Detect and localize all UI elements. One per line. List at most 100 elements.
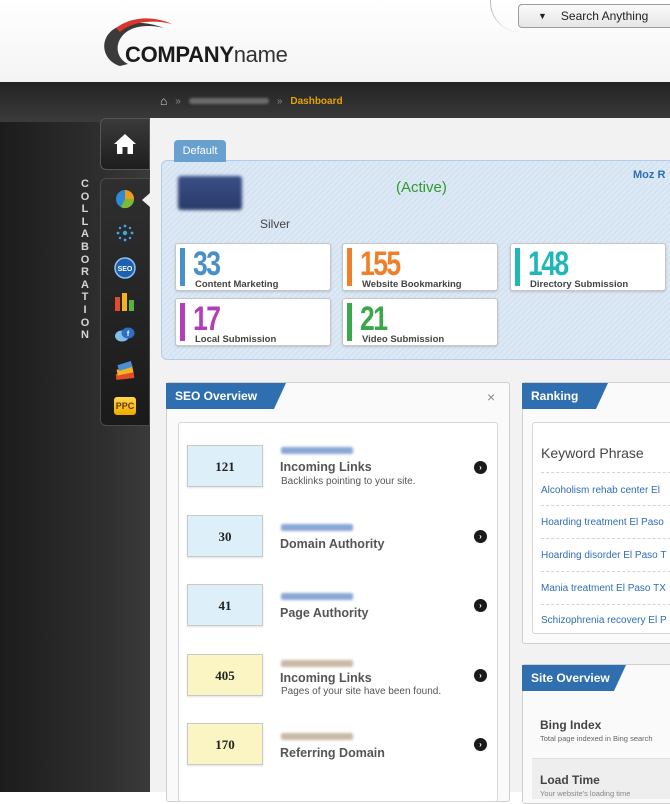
stat-content-marketing[interactable]: 33 Content Marketing	[175, 243, 331, 291]
home-icon[interactable]: ⌂	[160, 94, 167, 108]
chat-bubbles-icon: f	[115, 327, 135, 342]
ranking-header: Ranking	[522, 383, 608, 409]
metric-title: Incoming Links	[280, 671, 372, 685]
company-logo[interactable]: COMPANYname	[98, 14, 318, 70]
stat-local-submission[interactable]: 17 Local Submission	[175, 298, 331, 346]
chevron-right-icon[interactable]: ›	[474, 738, 487, 751]
stat-color-bar	[515, 248, 520, 286]
sidebar-item-ppc[interactable]: PPC	[114, 395, 136, 417]
sidebar-item-seo[interactable]: SEO	[114, 257, 136, 279]
sidebar-item-content[interactable]	[114, 360, 136, 382]
bing-index-title: Bing Index	[540, 718, 602, 732]
metric-source-logo	[281, 447, 353, 454]
metric-value-box: 121	[187, 445, 263, 487]
close-icon[interactable]: ×	[487, 389, 495, 405]
stat-color-bar	[180, 303, 185, 341]
search-label: Search Anything	[560, 9, 649, 23]
stat-color-bar	[180, 248, 185, 286]
chevron-right-icon[interactable]: ›	[474, 669, 487, 682]
keyword-link[interactable]: Schizophrenia recovery El P	[541, 615, 670, 626]
chevron-right-icon[interactable]: ›	[474, 530, 487, 543]
metric-value-box: 170	[187, 723, 263, 765]
bing-index-description: Total page indexed in Bing search	[540, 734, 653, 743]
stat-label: Video Submission	[362, 334, 445, 345]
top-header: COMPANYname ▼ Search Anything	[0, 0, 670, 82]
ppc-label: PPC	[115, 401, 135, 411]
status-badge: (Active)	[396, 179, 447, 196]
metric-value-box: 30	[187, 515, 263, 557]
ppc-icon: PPC	[114, 397, 136, 415]
network-dots-icon	[116, 224, 134, 242]
stat-label: Local Submission	[195, 334, 277, 345]
moz-rank-link[interactable]: Moz R	[633, 169, 665, 181]
stat-value: 21	[360, 300, 388, 338]
header-notch	[274, 383, 286, 409]
pie-chart-icon	[116, 190, 135, 209]
load-time-title: Load Time	[540, 773, 600, 787]
keyword-link[interactable]: Alcoholism rehab center El	[541, 485, 670, 496]
sidebar-item-analytics[interactable]	[114, 188, 136, 210]
chevron-right-icon[interactable]: ›	[474, 599, 487, 612]
stacked-books-icon	[115, 361, 135, 380]
metric-value-box: 405	[187, 654, 263, 696]
seo-overview-title: SEO Overview	[175, 389, 258, 403]
sidebar-item-reports[interactable]	[114, 290, 136, 312]
keyword-link[interactable]: Hoarding treatment El Paso	[541, 517, 670, 528]
stat-video-submission[interactable]: 21 Video Submission	[342, 298, 498, 346]
stat-directory-submission[interactable]: 148 Directory Submission	[510, 243, 666, 291]
active-indicator-arrow	[142, 193, 150, 207]
keyword-column-header: Keyword Phrase	[541, 445, 644, 461]
plan-label: Silver	[260, 217, 291, 231]
row-divider	[541, 538, 670, 539]
metric-title: Incoming Links	[280, 460, 372, 474]
sidebar-home-button[interactable]	[100, 118, 150, 170]
row-divider	[541, 604, 670, 605]
breadcrumb-separator-icon: »	[175, 95, 181, 107]
stat-color-bar	[347, 248, 352, 286]
site-overview-title: Site Overview	[531, 671, 610, 685]
project-avatar	[178, 176, 242, 210]
header-notch	[596, 383, 608, 409]
stat-label: Website Bookmarking	[362, 279, 462, 290]
caret-down-icon: ▼	[538, 11, 547, 21]
metric-source-logo	[281, 733, 353, 740]
row-divider	[541, 571, 670, 572]
stat-value: 17	[193, 300, 221, 338]
row-divider	[541, 505, 670, 506]
stat-label: Directory Submission	[530, 279, 629, 290]
chevron-right-icon[interactable]: ›	[474, 461, 487, 474]
ranking-title: Ranking	[531, 389, 579, 403]
metric-source-logo	[281, 660, 353, 667]
stat-website-bookmarking[interactable]: 155 Website Bookmarking	[342, 243, 498, 291]
breadcrumb-current: Dashboard	[290, 95, 343, 107]
breadcrumb-site-link[interactable]	[188, 98, 269, 104]
stat-value: 155	[360, 245, 401, 283]
metric-description: Pages of your site have been found.	[281, 686, 442, 697]
stat-color-bar	[347, 303, 352, 341]
breadcrumb: ⌂ » » Dashboard	[160, 94, 343, 108]
keyword-link[interactable]: Mania treatment El Paso TX	[541, 583, 670, 594]
keyword-link[interactable]: Hoarding disorder El Paso T	[541, 550, 670, 561]
logo-light: name	[233, 42, 288, 67]
metric-title: Referring Domain	[280, 746, 385, 760]
metric-description: Backlinks pointing to your site.	[281, 476, 416, 487]
collaboration-label: COLLABORATION	[80, 178, 90, 342]
stat-value: 148	[528, 245, 569, 283]
row-divider	[541, 472, 670, 473]
metric-source-logo	[281, 524, 353, 531]
seo-badge-icon: SEO	[114, 257, 136, 279]
logo-bold: COMPANY	[125, 42, 234, 67]
sidebar-item-network[interactable]	[114, 222, 136, 244]
load-time-description: Your website's loading time	[540, 789, 631, 798]
tab-default[interactable]: Default	[174, 140, 226, 162]
search-anything-button[interactable]: ▼ Search Anything	[518, 4, 670, 28]
logo-text: COMPANYname	[125, 42, 288, 68]
sidebar-item-social[interactable]: f	[114, 324, 136, 346]
metric-value-box: 41	[187, 584, 263, 626]
project-site-name[interactable]	[260, 180, 380, 196]
stat-value: 33	[193, 245, 221, 283]
metric-source-logo	[281, 593, 353, 600]
house-icon	[114, 134, 136, 154]
breadcrumb-separator-icon: »	[276, 95, 283, 107]
seo-overview-header: SEO Overview	[166, 383, 286, 409]
